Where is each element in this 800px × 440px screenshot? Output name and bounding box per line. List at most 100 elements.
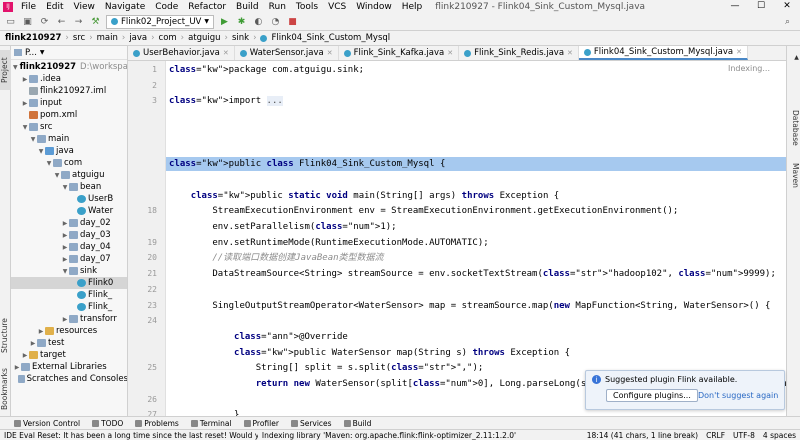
breadcrumb-item[interactable]: java	[127, 33, 149, 43]
tree-item[interactable]: Scratches and Consoles	[11, 373, 127, 385]
caret-position[interactable]: 18:14 (41 chars, 1 line break)	[583, 431, 702, 440]
indent-setting[interactable]: 4 spaces	[759, 431, 800, 440]
code-line[interactable]: env.setRuntimeMode(RuntimeExecutionMode.…	[166, 236, 786, 250]
breadcrumb-item[interactable]: main	[95, 33, 120, 43]
expand-down-icon[interactable]: ▼	[45, 160, 53, 167]
expand-right-icon[interactable]: ▶	[61, 220, 69, 227]
menu-help[interactable]: Help	[397, 2, 428, 12]
build-hammer-icon[interactable]: ⚒	[89, 15, 102, 28]
menu-edit[interactable]: Edit	[41, 2, 68, 12]
tool-tab-structure[interactable]: Structure	[0, 316, 11, 356]
close-tab-icon[interactable]: ✕	[736, 48, 742, 56]
maximize-button[interactable]: ☐	[748, 0, 774, 13]
tool-problems[interactable]: Problems	[135, 419, 179, 428]
expand-down-icon[interactable]: ▼	[61, 184, 69, 191]
menu-file[interactable]: File	[16, 2, 41, 12]
editor-tab[interactable]: WaterSensor.java ✕	[235, 46, 339, 60]
expand-right-icon[interactable]: ▶	[13, 364, 21, 371]
close-button[interactable]: ✕	[774, 0, 800, 13]
code-line[interactable]: env.setParallelism(class="num">1);	[166, 220, 786, 234]
tree-item[interactable]: Water	[11, 205, 127, 217]
code-line[interactable]: SingleOutputStreamOperator<WaterSensor> …	[166, 299, 786, 313]
code-line[interactable]	[166, 173, 786, 187]
code-line[interactable]	[166, 110, 786, 124]
menu-view[interactable]: View	[69, 2, 100, 12]
tree-item[interactable]: ▶ test	[11, 337, 127, 349]
menu-refactor[interactable]: Refactor	[183, 2, 231, 12]
menu-run[interactable]: Run	[264, 2, 291, 12]
breadcrumb-item[interactable]: src	[71, 33, 87, 43]
code-line[interactable]: class="kw">import ...	[166, 94, 786, 108]
notifications-icon[interactable]: ▲	[788, 54, 800, 61]
tree-item[interactable]: ▶ day_04	[11, 241, 127, 253]
code-line[interactable]: //读取端口数据创建JavaBean类型数据流	[166, 251, 786, 265]
tree-item[interactable]: ▶ input	[11, 97, 127, 109]
tool-terminal[interactable]: Terminal	[190, 419, 232, 428]
code-line[interactable]	[166, 314, 786, 328]
menu-tools[interactable]: Tools	[291, 2, 323, 12]
code-line[interactable]	[166, 79, 786, 93]
tree-item[interactable]: ▼ java	[11, 145, 127, 157]
tree-item[interactable]: Flink0	[11, 277, 127, 289]
close-tab-icon[interactable]: ✕	[567, 49, 573, 57]
expand-down-icon[interactable]: ▼	[21, 124, 29, 131]
file-encoding[interactable]: UTF-8	[729, 431, 759, 440]
expand-down-icon[interactable]: ▼	[61, 268, 69, 275]
expand-down-icon[interactable]: ▼	[37, 148, 45, 155]
tool-version-control[interactable]: Version Control	[14, 419, 80, 428]
breadcrumb-item[interactable]: Flink04_Sink_Custom_Mysql	[269, 33, 392, 43]
chevron-down-icon[interactable]: ▼	[40, 49, 45, 56]
configure-plugins-button[interactable]: Configure plugins...	[606, 389, 698, 402]
minimize-button[interactable]: —	[722, 0, 748, 13]
expand-down-icon[interactable]: ▼	[53, 172, 61, 179]
search-everywhere-icon[interactable]: ⌕	[781, 15, 794, 28]
tree-item[interactable]: ▼flink210927D:\workspace\	[11, 61, 127, 73]
close-tab-icon[interactable]: ✕	[327, 49, 333, 57]
tree-item[interactable]: ▶ External Libraries	[11, 361, 127, 373]
code-line[interactable]	[166, 126, 786, 140]
open-folder-icon[interactable]: ▭	[4, 15, 17, 28]
tree-item[interactable]: ▼ atguigu	[11, 169, 127, 181]
back-icon[interactable]: ←	[55, 15, 68, 28]
sync-icon[interactable]: ⟳	[38, 15, 51, 28]
tree-item[interactable]: ▼ main	[11, 133, 127, 145]
editor-tab[interactable]: Flink_Sink_Kafka.java ✕	[339, 46, 460, 60]
run-icon[interactable]: ▶	[218, 15, 231, 28]
code-line[interactable]: DataStreamSource<String> streamSource = …	[166, 267, 786, 281]
tree-item[interactable]: ▼ sink	[11, 265, 127, 277]
coverage-icon[interactable]: ◐	[252, 15, 265, 28]
tree-item[interactable]: pom.xml	[11, 109, 127, 121]
menu-vcs[interactable]: VCS	[323, 2, 351, 12]
editor-tab[interactable]: Flink_Sink_Redis.java ✕	[459, 46, 579, 60]
expand-right-icon[interactable]: ▶	[21, 100, 29, 107]
menu-window[interactable]: Window	[351, 2, 397, 12]
code-line[interactable]	[166, 142, 786, 156]
save-all-icon[interactable]: ▣	[21, 15, 34, 28]
close-tab-icon[interactable]: ✕	[223, 49, 229, 57]
project-panel-title[interactable]: P...	[25, 48, 37, 58]
code-line[interactable]: class="ann">@Override	[166, 330, 786, 344]
tree-item[interactable]: ▶ day_07	[11, 253, 127, 265]
tree-item[interactable]: flink210927.iml	[11, 85, 127, 97]
line-separator[interactable]: CRLF	[702, 431, 729, 440]
code-line[interactable]: class="kw">package com.atguigu.sink;	[166, 63, 786, 77]
tool-build[interactable]: Build	[343, 419, 371, 428]
expand-right-icon[interactable]: ▶	[61, 244, 69, 251]
debug-icon[interactable]: ✱	[235, 15, 248, 28]
tree-item[interactable]: ▶ target	[11, 349, 127, 361]
expand-right-icon[interactable]: ▶	[61, 256, 69, 263]
tree-item[interactable]: ▼ com	[11, 157, 127, 169]
tool-tab-project[interactable]: Project	[0, 50, 11, 90]
run-configuration-select[interactable]: Flink02_Project_UV ▼	[106, 14, 214, 29]
indexing-status[interactable]: Indexing library 'Maven: org.apache.flin…	[258, 431, 583, 440]
tool-profiler[interactable]: Profiler	[243, 419, 279, 428]
status-message[interactable]: IDE Eval Reset: It has been a long time …	[0, 431, 258, 440]
breadcrumb-item[interactable]: sink	[230, 33, 251, 43]
expand-down-icon[interactable]: ▼	[13, 64, 18, 71]
dont-suggest-again-link[interactable]: Don't suggest again	[698, 391, 778, 400]
tree-item[interactable]: Flink_	[11, 289, 127, 301]
forward-icon[interactable]: →	[72, 15, 85, 28]
editor-tab[interactable]: Flink04_Sink_Custom_Mysql.java ✕	[578, 46, 748, 60]
menu-code[interactable]: Code	[150, 2, 183, 12]
expand-right-icon[interactable]: ▶	[21, 76, 29, 83]
